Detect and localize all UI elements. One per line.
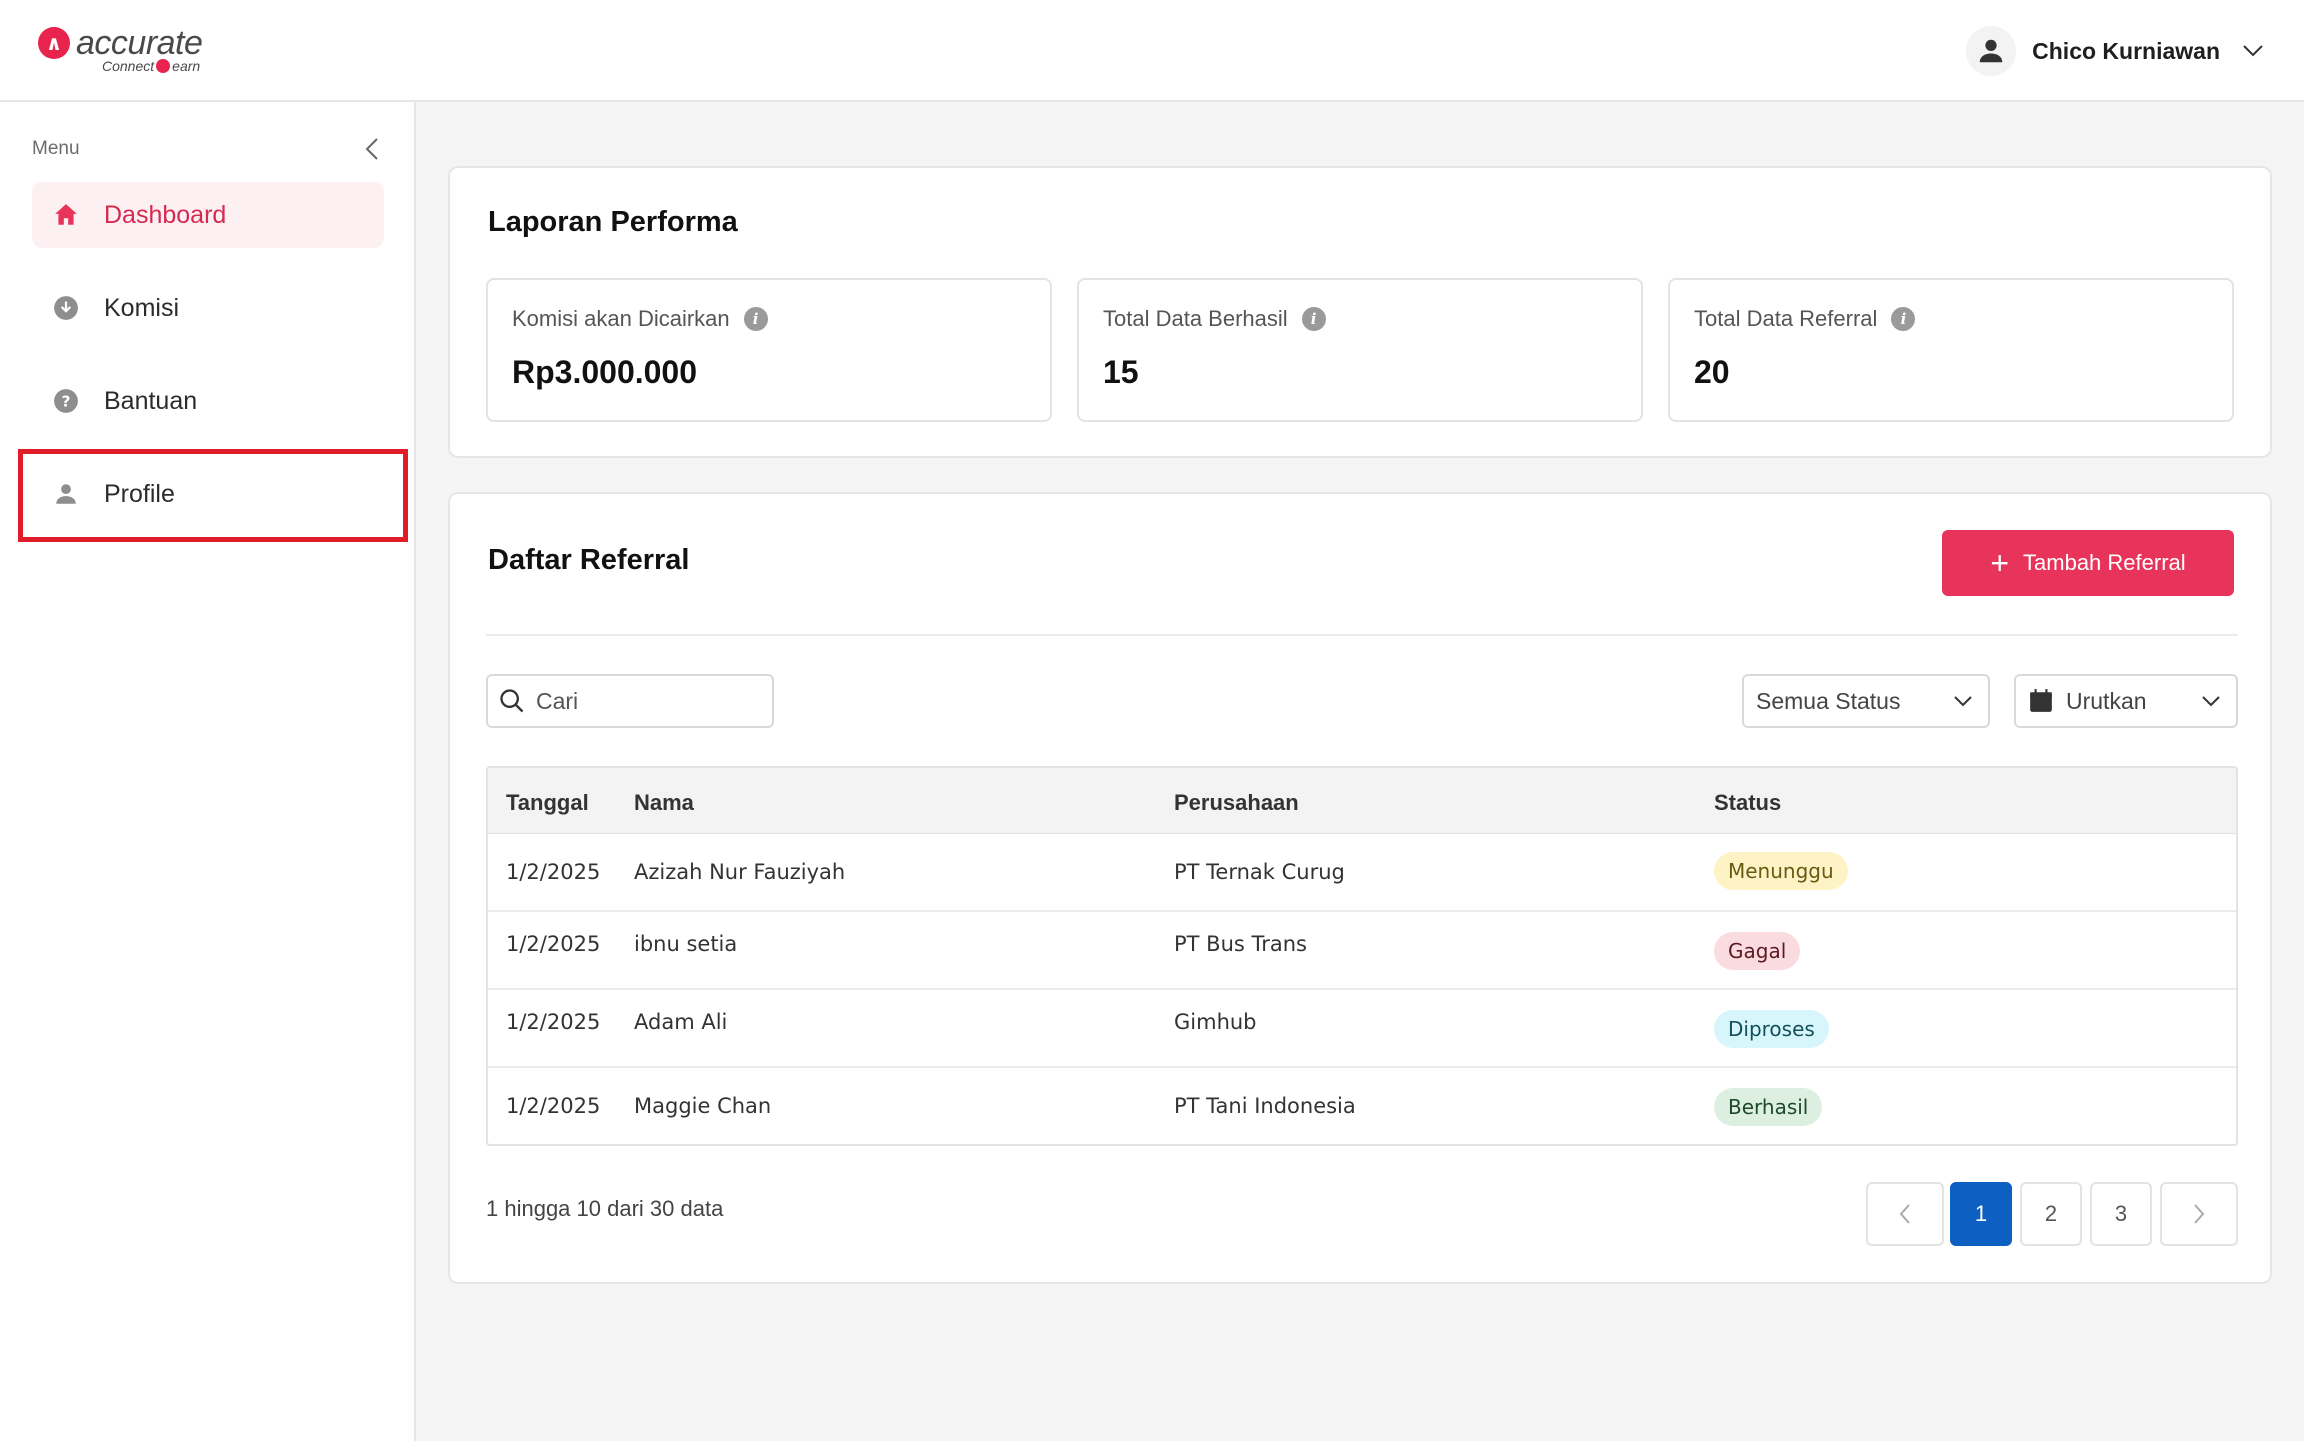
cell-name: Maggie Chan <box>634 1094 772 1118</box>
column-header-status[interactable]: Status <box>1714 790 1781 816</box>
sidebar-item-komisi[interactable]: Komisi <box>32 275 384 341</box>
table-header: Tanggal Nama Perusahaan Status <box>488 768 2236 834</box>
user-menu[interactable]: Chico Kurniawan <box>1966 26 2264 76</box>
table-row[interactable]: 1/2/2025 Maggie Chan PT Tani Indonesia B… <box>488 1068 2236 1144</box>
info-icon[interactable]: i <box>743 307 768 331</box>
menu-label: Menu <box>32 138 80 159</box>
cell-company: Gimhub <box>1174 1010 1257 1034</box>
stat-label: Total Data Referral i <box>1694 306 1916 332</box>
svg-text:?: ? <box>62 392 71 410</box>
accurate-logo-mark-icon: ∧ <box>38 27 70 59</box>
cell-company: PT Ternak Curug <box>1174 860 1345 884</box>
sidebar: Menu Dashboard Komisi ? Bantuan Profile <box>0 102 416 1441</box>
calendar-icon <box>2030 689 2052 712</box>
stat-label-text: Total Data Referral <box>1694 306 1878 331</box>
cell-name: ibnu setia <box>634 932 738 956</box>
sidebar-item-bantuan[interactable]: ? Bantuan <box>32 368 384 434</box>
cell-date: 1/2/2025 <box>506 1094 601 1118</box>
search-input[interactable] <box>536 687 756 715</box>
download-circle-icon <box>52 294 80 322</box>
profile-highlight-box <box>18 449 408 542</box>
pagination-next-button[interactable] <box>2160 1182 2238 1246</box>
brand-tagline: Connect earn <box>102 58 200 74</box>
info-icon[interactable]: i <box>1891 307 1916 331</box>
stat-referral: Total Data Referral i 20 <box>1668 278 2234 422</box>
table-row[interactable]: 1/2/2025 ibnu setia PT Bus Trans Gagal <box>488 912 2236 990</box>
top-header: ∧ accurate Connect earn Chico Kurniawan <box>0 0 2304 102</box>
cell-company: PT Tani Indonesia <box>1174 1094 1356 1118</box>
cell-company: PT Bus Trans <box>1174 932 1307 956</box>
referral-table: Tanggal Nama Perusahaan Status 1/2/2025 … <box>486 766 2238 1146</box>
performance-card: Laporan Performa Komisi akan Dicairkan i… <box>448 166 2272 458</box>
chevron-left-icon <box>365 138 378 160</box>
stat-value: Rp3.000.000 <box>512 354 698 390</box>
search-box[interactable] <box>486 674 774 728</box>
info-icon[interactable]: i <box>1301 307 1326 331</box>
status-filter-value: Semua Status <box>1756 687 1901 714</box>
table-row[interactable]: 1/2/2025 Adam Ali Gimhub Diproses <box>488 990 2236 1068</box>
status-filter-select[interactable]: Semua Status <box>1742 674 1990 728</box>
chevron-left-icon <box>1899 1204 1910 1224</box>
help-circle-icon: ? <box>52 387 80 415</box>
pagination-summary: 1 hingga 10 dari 30 data <box>486 1196 724 1221</box>
stat-berhasil: Total Data Berhasil i 15 <box>1077 278 1643 422</box>
stat-value: 15 <box>1103 354 1139 390</box>
chevron-down-icon <box>1954 696 1972 707</box>
add-referral-button[interactable]: + Tambah Referral <box>1942 530 2234 596</box>
tagline-dot-icon <box>156 59 171 73</box>
cell-date: 1/2/2025 <box>506 1010 601 1034</box>
cell-name: Adam Ali <box>634 1010 728 1034</box>
collapse-sidebar-button[interactable] <box>362 136 382 162</box>
referral-card: Daftar Referral + Tambah Referral Semua … <box>448 492 2272 1284</box>
stat-label: Komisi akan Dicairkan i <box>512 306 768 332</box>
pagination-page-1[interactable]: 1 <box>1950 1182 2012 1246</box>
sort-value: Urutkan <box>2066 687 2147 714</box>
brand-tagline-left: Connect <box>102 58 155 74</box>
pagination-prev-button[interactable] <box>1866 1182 1944 1246</box>
pagination-page-2[interactable]: 2 <box>2020 1182 2082 1246</box>
status-badge: Berhasil <box>1714 1088 1823 1126</box>
cell-name: Azizah Nur Fauziyah <box>634 860 846 884</box>
column-header-date[interactable]: Tanggal <box>506 790 589 816</box>
stat-komisi: Komisi akan Dicairkan i Rp3.000.000 <box>486 278 1052 422</box>
sidebar-item-label: Bantuan <box>104 386 198 415</box>
chevron-down-icon <box>2243 45 2263 57</box>
divider <box>486 634 2238 636</box>
status-badge: Menunggu <box>1714 852 1848 890</box>
chevron-down-icon <box>2202 696 2220 707</box>
user-name: Chico Kurniawan <box>2032 37 2220 64</box>
status-badge: Diproses <box>1714 1010 1829 1048</box>
cell-date: 1/2/2025 <box>506 860 601 884</box>
pagination-page-3[interactable]: 3 <box>2090 1182 2152 1246</box>
chevron-right-icon <box>2194 1204 2205 1224</box>
stat-label-text: Total Data Berhasil <box>1103 306 1288 331</box>
add-referral-label: Tambah Referral <box>2023 550 2186 575</box>
stat-label: Total Data Berhasil i <box>1103 306 1326 332</box>
home-icon <box>52 201 80 229</box>
user-avatar-icon <box>1979 39 2003 63</box>
plus-icon: + <box>1990 545 2010 581</box>
brand-tagline-right: earn <box>172 58 201 74</box>
sidebar-item-dashboard[interactable]: Dashboard <box>32 182 384 248</box>
cell-date: 1/2/2025 <box>506 932 601 956</box>
stat-value: 20 <box>1694 354 1730 390</box>
performance-title: Laporan Performa <box>488 206 738 238</box>
accurate-logo[interactable]: ∧ accurate Connect earn <box>38 24 228 78</box>
column-header-company[interactable]: Perusahaan <box>1174 790 1299 816</box>
status-badge: Gagal <box>1714 932 1801 970</box>
search-icon <box>500 689 524 713</box>
column-header-name[interactable]: Nama <box>634 790 694 816</box>
stat-label-text: Komisi akan Dicairkan <box>512 306 730 331</box>
avatar <box>1966 26 2017 76</box>
sidebar-item-label: Komisi <box>104 293 180 322</box>
table-row[interactable]: 1/2/2025 Azizah Nur Fauziyah PT Ternak C… <box>488 834 2236 912</box>
referral-title: Daftar Referral <box>488 544 690 576</box>
sort-select[interactable]: Urutkan <box>2014 674 2238 728</box>
sidebar-item-label: Dashboard <box>104 200 227 229</box>
